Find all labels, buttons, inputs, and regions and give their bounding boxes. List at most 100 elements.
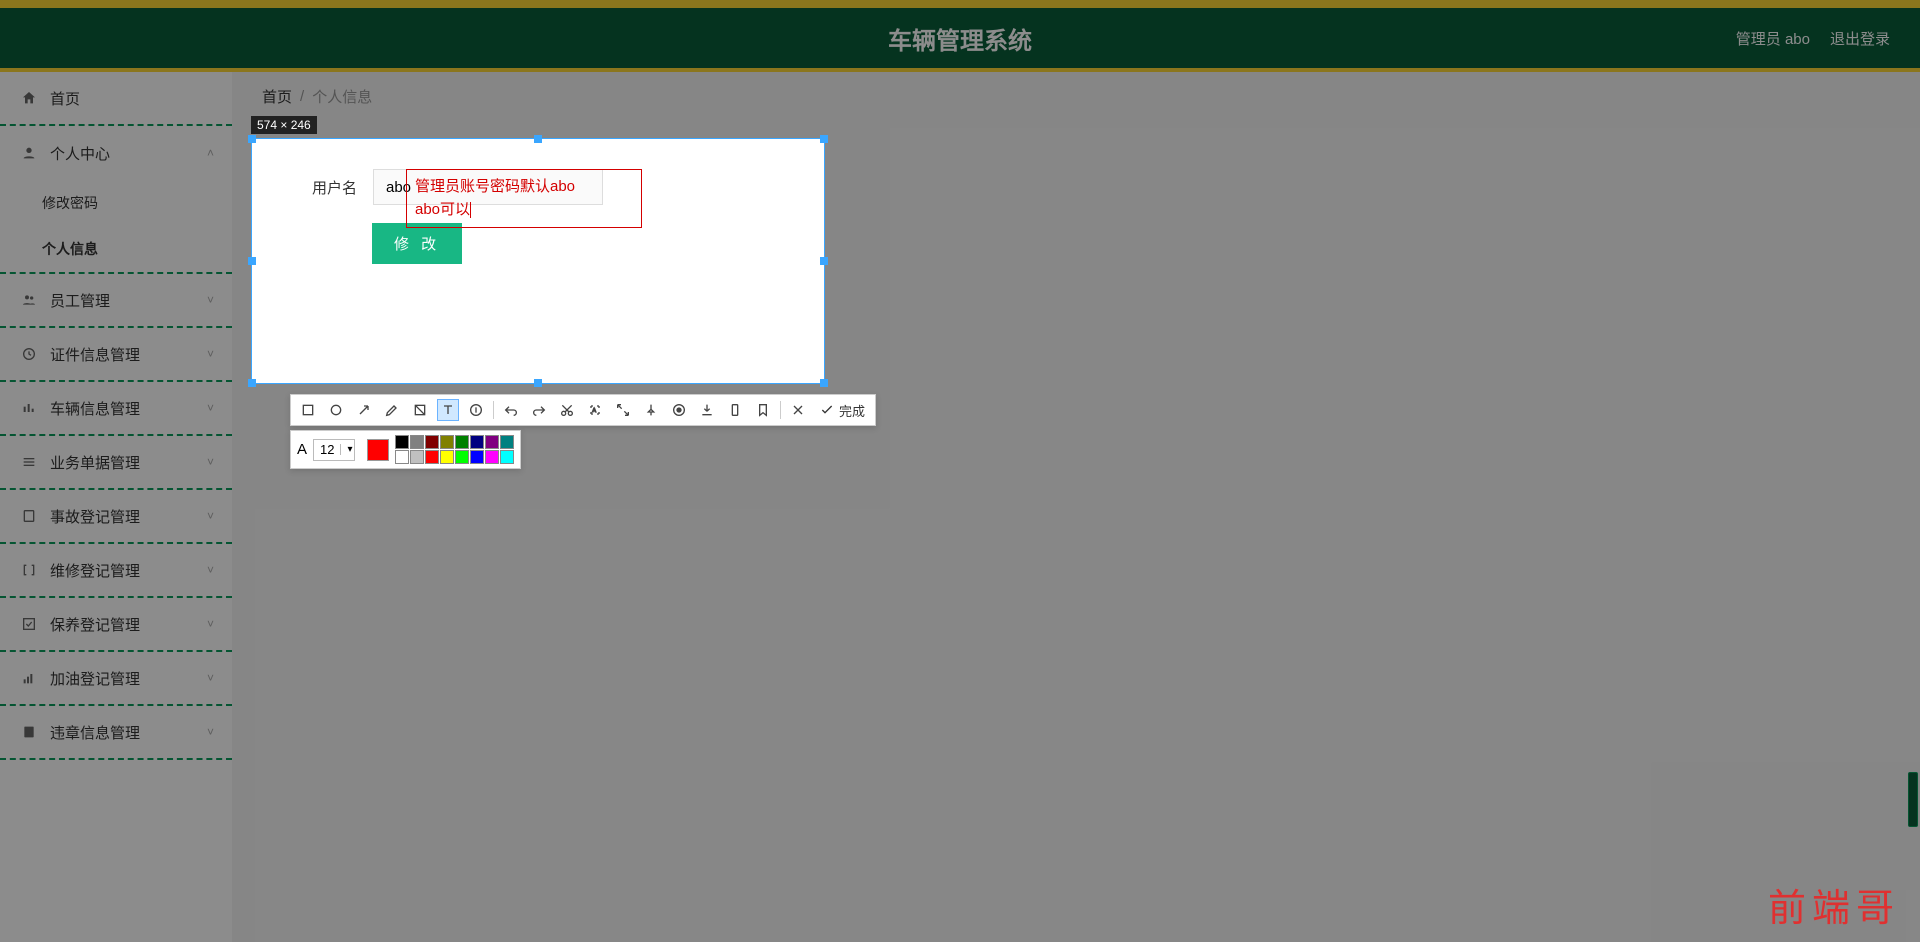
sidebar-item-fuel[interactable]: 加油登记管理 ˅ — [0, 652, 232, 706]
resize-handle[interactable] — [248, 135, 256, 143]
color-swatch[interactable] — [470, 435, 484, 449]
color-swatch[interactable] — [410, 450, 424, 464]
device-icon — [20, 507, 38, 525]
sidebar-item-label: 事故登记管理 — [50, 506, 140, 527]
pencil-tool-icon[interactable] — [381, 399, 403, 421]
sidebar-item-accident[interactable]: 事故登记管理 ˅ — [0, 490, 232, 544]
chevron-down-icon: ˅ — [207, 401, 214, 415]
resize-handle[interactable] — [534, 135, 542, 143]
cert-icon — [20, 345, 38, 363]
sidebar-item-maint[interactable]: 保养登记管理 ˅ — [0, 598, 232, 652]
color-swatch[interactable] — [485, 450, 499, 464]
sidebar-item-label: 维修登记管理 — [50, 560, 140, 581]
text-style-toolbar: A 12 ▾ — [290, 430, 521, 469]
chevron-down-icon: ˅ — [207, 563, 214, 577]
sidebar-item-violation[interactable]: 违章信息管理 ˅ — [0, 706, 232, 760]
sidebar-item-personal[interactable]: 个人中心 ˄ — [0, 126, 232, 180]
close-icon[interactable] — [787, 399, 809, 421]
resize-handle[interactable] — [248, 379, 256, 387]
color-swatch[interactable] — [470, 450, 484, 464]
watermark: 前端哥 — [1768, 877, 1900, 932]
number-tool-icon[interactable] — [465, 399, 487, 421]
record-icon[interactable] — [668, 399, 690, 421]
cut-icon[interactable] — [556, 399, 578, 421]
rect-tool-icon[interactable] — [297, 399, 319, 421]
font-size-select[interactable]: 12 ▾ — [313, 439, 355, 461]
sidebar-item-repair[interactable]: 维修登记管理 ˅ — [0, 544, 232, 598]
capture-region[interactable]: 用户名 修 改 管理员账号密码默认abo abo可以 — [251, 138, 825, 384]
resize-handle[interactable] — [248, 257, 256, 265]
resize-handle[interactable] — [820, 379, 828, 387]
brackets-icon — [20, 561, 38, 579]
sidebar: 首页 个人中心 ˄ 修改密码 个人信息 员工管理 ˅ 证件信息管理 ˅ 车辆信息… — [0, 72, 232, 942]
resize-handle[interactable] — [534, 379, 542, 387]
resize-handle[interactable] — [820, 257, 828, 265]
chevron-down-icon: ˅ — [207, 671, 214, 685]
capture-size-label: 574 × 246 — [251, 116, 317, 134]
chevron-down-icon: ˅ — [207, 293, 214, 307]
sidebar-item-label: 加油登记管理 — [50, 668, 140, 689]
app-header: 车辆管理系统 管理员 abo 退出登录 — [0, 8, 1920, 68]
color-swatch[interactable] — [485, 435, 499, 449]
color-swatch[interactable] — [410, 435, 424, 449]
color-swatch[interactable] — [395, 450, 409, 464]
color-swatch[interactable] — [500, 450, 514, 464]
user-icon — [20, 144, 38, 162]
fuel-icon — [20, 669, 38, 687]
resize-handle[interactable] — [820, 135, 828, 143]
color-swatch[interactable] — [455, 450, 469, 464]
circle-tool-icon[interactable] — [325, 399, 347, 421]
color-swatch[interactable] — [440, 450, 454, 464]
color-palette — [395, 435, 514, 464]
color-swatch[interactable] — [425, 435, 439, 449]
redo-icon[interactable] — [528, 399, 550, 421]
sidebar-item-biz[interactable]: 业务单据管理 ˅ — [0, 436, 232, 490]
pin-icon[interactable] — [640, 399, 662, 421]
logout-link[interactable]: 退出登录 — [1830, 28, 1890, 49]
modify-button[interactable]: 修 改 — [372, 223, 462, 264]
doc-icon — [20, 723, 38, 741]
app-title: 车辆管理系统 — [888, 21, 1032, 56]
sidebar-subitem-password[interactable]: 修改密码 — [0, 180, 232, 226]
scrollbar-thumb[interactable] — [1908, 772, 1918, 827]
sidebar-item-label: 保养登记管理 — [50, 614, 140, 635]
arrow-tool-icon[interactable] — [353, 399, 375, 421]
ocr-icon[interactable]: A — [584, 399, 606, 421]
sidebar-item-vehicle[interactable]: 车辆信息管理 ˅ — [0, 382, 232, 436]
sidebar-subitem-profile[interactable]: 个人信息 — [0, 226, 232, 272]
mobile-icon[interactable] — [724, 399, 746, 421]
chevron-down-icon: ˅ — [207, 617, 214, 631]
highlight-tool-icon[interactable] — [409, 399, 431, 421]
list-icon — [20, 453, 38, 471]
download-icon[interactable] — [696, 399, 718, 421]
sidebar-item-cert[interactable]: 证件信息管理 ˅ — [0, 328, 232, 382]
done-button[interactable]: 完成 — [815, 401, 869, 420]
expand-icon[interactable] — [612, 399, 634, 421]
breadcrumb-current: 个人信息 — [312, 86, 372, 107]
chart-icon — [20, 399, 38, 417]
sidebar-item-label: 证件信息管理 — [50, 344, 140, 365]
color-swatch[interactable] — [500, 435, 514, 449]
chevron-down-icon: ˅ — [207, 509, 214, 523]
svg-text:A: A — [592, 408, 596, 414]
color-swatch[interactable] — [425, 450, 439, 464]
color-swatch[interactable] — [395, 435, 409, 449]
color-swatch[interactable] — [440, 435, 454, 449]
breadcrumb-home[interactable]: 首页 — [262, 86, 292, 107]
annotation-box[interactable]: 管理员账号密码默认abo abo可以 — [406, 169, 642, 228]
current-user[interactable]: 管理员 abo — [1736, 28, 1810, 49]
sidebar-item-staff[interactable]: 员工管理 ˅ — [0, 274, 232, 328]
undo-icon[interactable] — [500, 399, 522, 421]
bookmark-icon[interactable] — [752, 399, 774, 421]
chevron-down-icon: ˅ — [207, 725, 214, 739]
font-icon[interactable]: A — [297, 441, 307, 458]
sidebar-item-label: 员工管理 — [50, 290, 110, 311]
color-swatch[interactable] — [455, 435, 469, 449]
chevron-down-icon: ˅ — [207, 455, 214, 469]
text-tool-icon[interactable] — [437, 399, 459, 421]
scrollbar-track[interactable] — [1906, 72, 1918, 942]
staff-icon — [20, 291, 38, 309]
breadcrumb-sep: / — [300, 88, 304, 105]
sidebar-item-home[interactable]: 首页 — [0, 72, 232, 126]
current-color-swatch[interactable] — [367, 439, 389, 461]
